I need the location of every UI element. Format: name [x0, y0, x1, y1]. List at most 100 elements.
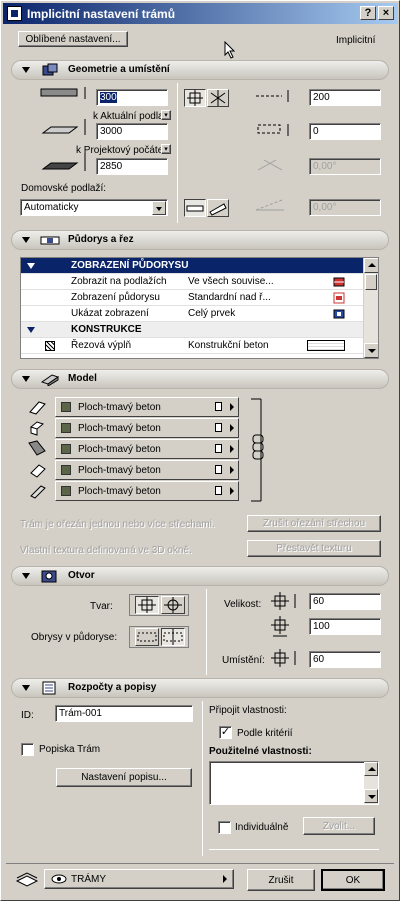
- expand-triangle-icon[interactable]: [27, 327, 35, 333]
- material-picker[interactable]: Ploch-tmavý beton: [55, 460, 239, 480]
- collapse-triangle-icon[interactable]: [22, 685, 30, 691]
- beam-settings-dialog: Implicitní nastavení trámů ? × Oblíbené …: [0, 0, 400, 901]
- id-input[interactable]: Trám-001: [55, 705, 193, 722]
- table-row[interactable]: Zobrazit na podlažích Ve všech souvise..…: [21, 274, 365, 290]
- section-model-header[interactable]: Model: [11, 369, 389, 389]
- material-doc-icon: [215, 423, 222, 432]
- hole-placement-input[interactable]: 60: [309, 651, 381, 668]
- available-props-list[interactable]: [209, 761, 379, 805]
- table-row[interactable]: Ukázat zobrazení Celý prvek: [21, 306, 365, 322]
- mouse-cursor-icon: [224, 41, 236, 59]
- chevron-right-icon[interactable]: [223, 875, 227, 883]
- beam-side-face-icon: [29, 421, 45, 436]
- section-geometry-header[interactable]: Geometrie a umístění: [11, 60, 389, 80]
- rebuild-texture-button[interactable]: Přestavět texturu: [247, 540, 381, 557]
- section-title: Rozpočty a popisy: [68, 682, 157, 693]
- table-row[interactable]: Řezová výplň Konstrukční beton: [21, 338, 365, 354]
- choose-button[interactable]: Zvolit...: [303, 817, 375, 835]
- close-button[interactable]: ×: [378, 6, 394, 20]
- beam-flat-button[interactable]: [184, 199, 206, 217]
- scroll-up-icon[interactable]: [364, 258, 378, 273]
- shape-label: Tvar:: [90, 601, 113, 612]
- material-picker[interactable]: Ploch-tmavý beton: [55, 439, 239, 459]
- material-swatch: [61, 423, 71, 433]
- chevron-right-icon[interactable]: [230, 403, 234, 411]
- floorplan-settings-table[interactable]: ZOBRAZENÍ PŮDORYSU Zobrazit na podlažích…: [20, 257, 379, 359]
- props-scrollbar[interactable]: [364, 762, 378, 804]
- beam-width-icon: [256, 90, 289, 102]
- table-group-row[interactable]: ZOBRAZENÍ PŮDORYSU: [21, 258, 365, 274]
- row-label: Zobrazení půdorysu: [71, 292, 160, 303]
- beam-top-face-icon: [28, 440, 46, 456]
- chevron-right-icon[interactable]: [230, 466, 234, 474]
- cancel-button[interactable]: Zrušit: [247, 869, 315, 891]
- material-label: Ploch-tmavý beton: [78, 486, 161, 497]
- size-label: Velikost:: [224, 599, 262, 610]
- favorites-button[interactable]: Oblíbené nastavení...: [18, 31, 128, 47]
- floorplan-section-icon: [40, 236, 60, 245]
- floor-ref-dropdown[interactable]: ▾: [161, 110, 171, 120]
- material-picker[interactable]: Ploch-tmavý beton: [55, 481, 239, 501]
- beam-height-input[interactable]: 300: [96, 89, 168, 106]
- criteria-checkbox[interactable]: ✓: [219, 726, 232, 739]
- origin-ref-dropdown[interactable]: ▾: [161, 144, 171, 154]
- help-button[interactable]: ?: [360, 6, 376, 20]
- window-title: Implicitní nastavení trámů: [27, 7, 176, 21]
- scroll-thumb[interactable]: [365, 274, 377, 290]
- beam-width-input[interactable]: 200: [309, 89, 381, 106]
- section-title: Otvor: [68, 570, 95, 581]
- table-scrollbar[interactable]: [363, 258, 378, 358]
- label-checkbox[interactable]: [21, 743, 34, 756]
- chevron-right-icon[interactable]: [230, 445, 234, 453]
- hole-height-input[interactable]: 100: [309, 618, 381, 635]
- row-label: Řezová výplň: [71, 340, 132, 351]
- section-floorplan-header[interactable]: Půdorys a řez: [11, 230, 389, 250]
- section-listing-header[interactable]: Rozpočty a popisy: [11, 678, 389, 698]
- collapse-triangle-icon[interactable]: [22, 376, 30, 382]
- material-swatch: [61, 444, 71, 454]
- expand-triangle-icon[interactable]: [27, 263, 35, 269]
- layer-name: TRÁMY: [71, 873, 106, 885]
- scroll-down-icon[interactable]: [364, 343, 378, 358]
- row-value: Celý prvek: [188, 308, 236, 319]
- floor-offset-input[interactable]: 3000: [96, 123, 168, 140]
- beam-height-icon: [40, 87, 86, 99]
- layer-select[interactable]: TRÁMY: [44, 869, 234, 889]
- individual-checkbox[interactable]: [218, 821, 231, 834]
- title-bar[interactable]: Implicitní nastavení trámů ? ×: [3, 3, 398, 24]
- anchor-mirror-button[interactable]: [207, 89, 229, 107]
- table-group-row[interactable]: KONSTRUKCE: [21, 322, 365, 338]
- outline-dashed-button[interactable]: [135, 628, 159, 646]
- angle2-input[interactable]: 0,00°: [309, 199, 381, 216]
- table-row[interactable]: Zobrazení půdorysu Standardní nad ř...: [21, 290, 365, 306]
- collapse-triangle-icon[interactable]: [22, 573, 30, 579]
- chevron-right-icon[interactable]: [230, 487, 234, 495]
- scroll-up-icon[interactable]: [364, 762, 378, 776]
- link-materials-icon[interactable]: [247, 397, 269, 503]
- collapse-triangle-icon[interactable]: [22, 237, 30, 243]
- chevron-down-icon[interactable]: [152, 201, 166, 215]
- cancel-roof-trim-button[interactable]: Zrušit ořezání střechou: [247, 515, 381, 532]
- hole-width-input[interactable]: 60: [309, 593, 381, 610]
- material-picker[interactable]: Ploch-tmavý beton: [55, 397, 239, 417]
- material-label: Ploch-tmavý beton: [78, 402, 161, 413]
- beam-offset-input[interactable]: 0: [309, 123, 381, 140]
- beam-flat-icon: [186, 205, 204, 212]
- origin-elevation-input[interactable]: 2850: [96, 158, 168, 175]
- home-floor-select[interactable]: Automaticky: [20, 199, 168, 216]
- shape-rect-button[interactable]: [135, 596, 159, 614]
- outline-solid-button[interactable]: [161, 628, 185, 646]
- geometry-icon: [42, 63, 58, 76]
- scroll-down-icon[interactable]: [364, 789, 378, 803]
- section-hole-header[interactable]: Otvor: [11, 566, 389, 586]
- chevron-right-icon[interactable]: [230, 424, 234, 432]
- material-picker[interactable]: Ploch-tmavý beton: [55, 418, 239, 438]
- shape-round-button[interactable]: [161, 596, 185, 614]
- beam-sloped-button[interactable]: [207, 199, 229, 217]
- anchor-center-button[interactable]: [184, 89, 206, 107]
- ok-button[interactable]: OK: [321, 869, 385, 891]
- angle1-input[interactable]: 0,00°: [309, 158, 381, 175]
- fill-pattern-swatch[interactable]: [307, 340, 345, 351]
- collapse-triangle-icon[interactable]: [22, 67, 30, 73]
- label-settings-button[interactable]: Nastavení popisu...: [56, 768, 192, 787]
